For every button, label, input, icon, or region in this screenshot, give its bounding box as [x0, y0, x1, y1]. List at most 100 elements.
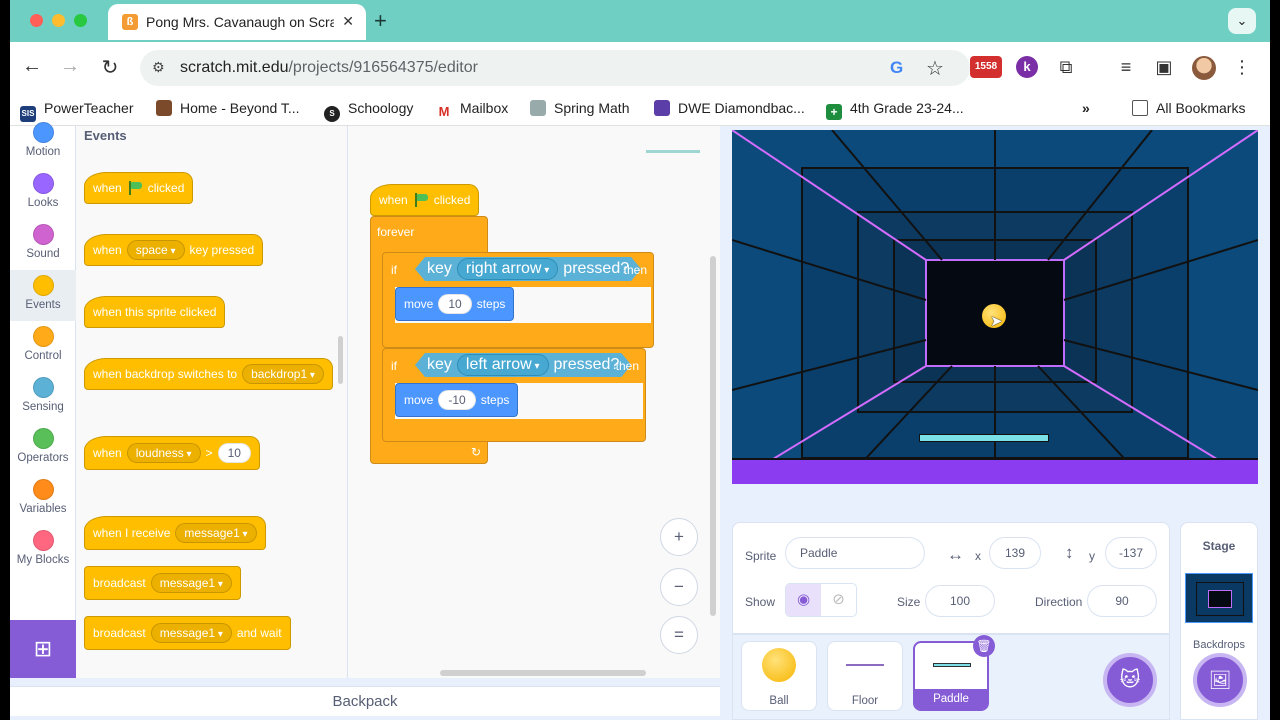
y-input[interactable]: -137: [1105, 537, 1157, 569]
category-control[interactable]: Control: [10, 326, 76, 377]
sprite-thumb-ball[interactable]: Ball: [741, 641, 817, 711]
category-motion[interactable]: Motion: [10, 122, 76, 173]
script-horizontal-scrollbar[interactable]: [440, 670, 646, 676]
size-input[interactable]: 100: [925, 585, 995, 617]
bookmark-label: Home - Beyond T...: [180, 100, 300, 116]
maximize-window-button[interactable]: [74, 14, 87, 27]
script-if-left-arrow[interactable]: if key left arrowpressed? then move -10 ste…: [382, 348, 646, 442]
sensing-key-pressed[interactable]: key right arrow pressed?: [415, 257, 641, 281]
bookmark-powerteacher[interactable]: SIS PowerTeacher: [20, 100, 134, 122]
choose-backdrop-icon[interactable]: 🖼: [1193, 653, 1247, 707]
block-broadcast[interactable]: broadcast message1: [84, 566, 241, 600]
category-looks[interactable]: Looks: [10, 173, 76, 224]
google-lens-icon[interactable]: G: [890, 58, 903, 78]
palette-scrollbar[interactable]: [338, 336, 343, 384]
direction-input[interactable]: 90: [1087, 585, 1157, 617]
bookmark-mailbox[interactable]: M Mailbox: [436, 100, 508, 120]
category-variables[interactable]: Variables: [10, 479, 76, 530]
message-dropdown[interactable]: message1: [150, 573, 232, 593]
key-dropdown[interactable]: space: [126, 240, 185, 260]
category-events[interactable]: Events: [10, 270, 76, 321]
all-bookmarks[interactable]: All Bookmarks: [1132, 100, 1245, 116]
category-operators[interactable]: Operators: [10, 428, 76, 479]
script-vertical-scrollbar[interactable]: [710, 256, 716, 616]
bookmarks-overflow-icon[interactable]: »: [1082, 100, 1090, 116]
sensor-dropdown[interactable]: loudness: [126, 443, 201, 463]
ball-thumbnail: [762, 648, 796, 682]
profile-avatar[interactable]: [1192, 56, 1216, 80]
site-info-icon[interactable]: ⚙: [152, 59, 170, 77]
sprite-name-input[interactable]: Paddle: [785, 537, 925, 569]
category-sound[interactable]: Sound: [10, 224, 76, 275]
sprite-thumb-floor[interactable]: Floor: [827, 641, 903, 711]
backdrop-dropdown[interactable]: backdrop1: [242, 364, 324, 384]
tab-search-chevron-icon[interactable]: ⌄: [1228, 8, 1256, 34]
sensing-key-pressed[interactable]: key left arrowpressed?: [415, 353, 631, 377]
url-text[interactable]: scratch.mit.edu/projects/916564375/edito…: [180, 59, 478, 77]
script-area[interactable]: when clicked forever ↻ if key right arrow p…: [348, 126, 720, 678]
tab-active[interactable]: ß Pong Mrs. Cavanaugh on Scratch ✕: [108, 4, 366, 40]
hide-eye-icon[interactable]: ⊘: [821, 584, 856, 616]
scratch-favicon-icon: ß: [122, 14, 138, 30]
side-panel-icon[interactable]: ▣: [1152, 56, 1176, 78]
message-dropdown[interactable]: message1: [175, 523, 257, 543]
key-dropdown[interactable]: right arrow: [457, 258, 558, 280]
back-arrow-icon[interactable]: ←: [20, 55, 44, 78]
sprite-thumb-paddle[interactable]: Paddle 🗑: [913, 635, 995, 711]
show-eye-icon[interactable]: ◉: [786, 584, 821, 616]
block-text: forever: [377, 225, 415, 239]
minimize-window-button[interactable]: [52, 14, 65, 27]
block-when-backdrop-switches[interactable]: when backdrop switches to backdrop1: [84, 358, 333, 390]
browser-menu-icon[interactable]: ⋮: [1230, 56, 1254, 78]
block-when-i-receive[interactable]: when I receive message1: [84, 516, 266, 550]
block-move-minus-10[interactable]: move -10 steps: [395, 383, 519, 417]
paddle-sprite[interactable]: [919, 434, 1049, 442]
block-when-key-pressed[interactable]: when space key pressed: [84, 234, 264, 266]
bookmark-spring-math[interactable]: Spring Math: [530, 100, 629, 116]
close-tab-icon[interactable]: ✕: [342, 13, 354, 30]
zoom-out-icon[interactable]: −: [660, 568, 698, 606]
category-sensing[interactable]: Sensing: [10, 377, 76, 428]
add-extension-icon[interactable]: ⊞: [10, 620, 76, 678]
block-when-flag-clicked[interactable]: when clicked: [84, 172, 194, 204]
choose-sprite-icon[interactable]: 🐱: [1103, 653, 1157, 707]
zoom-in-icon[interactable]: +: [660, 518, 698, 556]
paddle-thumbnail: [933, 663, 971, 667]
bookmark-home[interactable]: Home - Beyond T...: [156, 100, 300, 116]
backpack-bar[interactable]: Backpack: [10, 686, 720, 716]
script-when-flag-clicked[interactable]: when clicked: [370, 184, 480, 216]
operators-category-icon: [32, 428, 54, 449]
stage-selector[interactable]: Stage Backdrops 🖼: [1180, 522, 1258, 720]
script-if-right-arrow[interactable]: if key right arrow pressed? then move 10 ste…: [382, 252, 654, 348]
address-bar[interactable]: ⚙ scratch.mit.edu/projects/916564375/edi…: [140, 50, 970, 86]
extension-k-icon[interactable]: k: [1016, 56, 1038, 78]
my-blocks-category-icon: [32, 530, 54, 551]
forward-arrow-icon[interactable]: →: [58, 55, 82, 78]
steps-input[interactable]: 10: [438, 294, 472, 314]
delete-sprite-icon[interactable]: 🗑: [973, 635, 995, 657]
stage-canvas[interactable]: ➤: [732, 130, 1258, 484]
bookmark-schoology[interactable]: S Schoology: [324, 100, 413, 122]
reload-icon[interactable]: ↻: [98, 55, 122, 80]
block-move-10[interactable]: move 10 steps: [395, 287, 515, 321]
key-dropdown[interactable]: left arrow: [457, 354, 549, 376]
threshold-input[interactable]: 10: [217, 443, 251, 463]
bookmark-dwe[interactable]: DWE Diamondbac...: [654, 100, 805, 116]
zoom-reset-icon[interactable]: =: [660, 616, 698, 654]
x-input[interactable]: 139: [989, 537, 1041, 569]
message-dropdown[interactable]: message1: [150, 623, 232, 643]
new-tab-icon[interactable]: +: [374, 8, 387, 34]
bookmark-star-icon[interactable]: ☆: [926, 56, 944, 81]
media-controls-icon[interactable]: ≡: [1114, 56, 1138, 78]
category-my-blocks[interactable]: My Blocks: [10, 530, 76, 581]
extension-badge-icon[interactable]: 1558: [970, 56, 1002, 78]
browser-window: ß Pong Mrs. Cavanaugh on Scratch ✕ + ⌄ ←…: [10, 0, 1270, 720]
block-when-loudness[interactable]: when loudness >10: [84, 436, 260, 470]
close-window-button[interactable]: [30, 14, 43, 27]
block-when-sprite-clicked[interactable]: when this sprite clicked: [84, 296, 226, 328]
steps-input[interactable]: -10: [438, 390, 476, 410]
block-broadcast-and-wait[interactable]: broadcast message1 and wait: [84, 616, 291, 650]
block-text: if: [391, 359, 397, 373]
bookmark-4th-grade[interactable]: +4th Grade 23-24...: [826, 100, 964, 120]
extensions-puzzle-icon[interactable]: ⧉: [1054, 56, 1078, 78]
